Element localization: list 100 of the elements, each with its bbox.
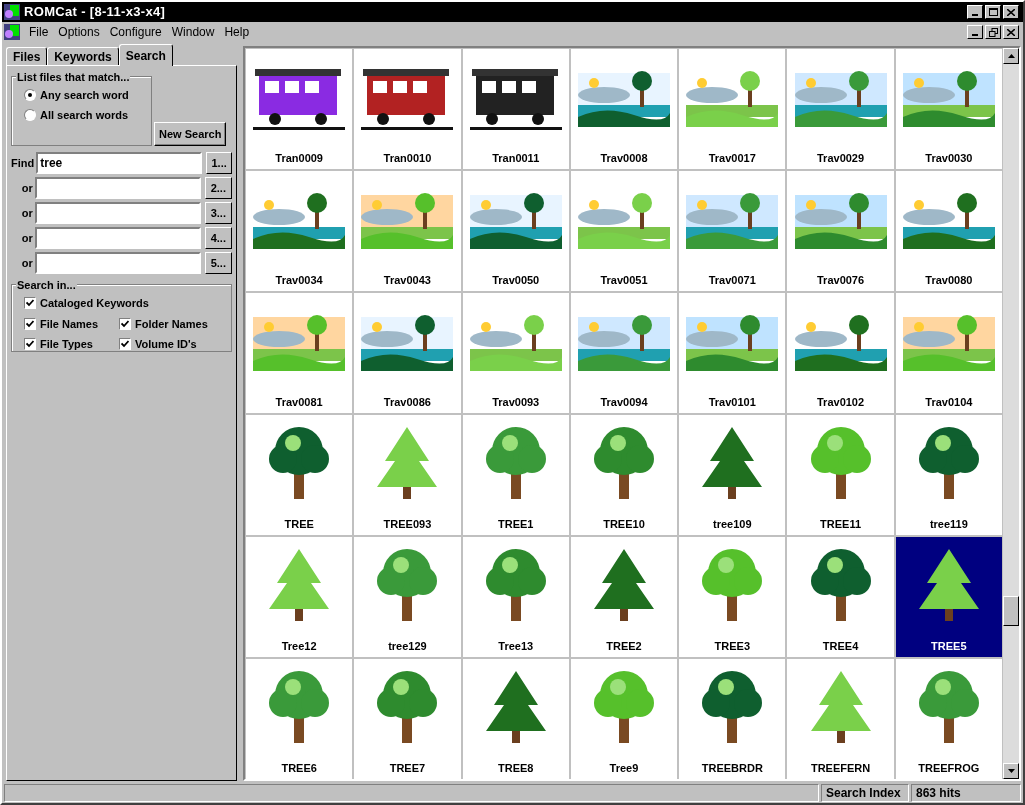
thumbnail[interactable]: TREE7	[354, 659, 461, 779]
menu-item[interactable]: Help	[219, 23, 255, 41]
thumbnail[interactable]: TREE093	[354, 415, 461, 535]
thumbnail[interactable]: Trav0029	[787, 49, 894, 169]
radio-button[interactable]	[24, 108, 36, 121]
thumbnail-label: TREEFROG	[918, 760, 980, 776]
close-button[interactable]	[1003, 25, 1019, 39]
search-field[interactable]: tree	[36, 152, 203, 174]
thumbnail[interactable]: TREE10	[570, 415, 678, 535]
search-field[interactable]	[34, 252, 201, 274]
thumbnail[interactable]: Trav0076	[787, 171, 894, 291]
restore-button[interactable]	[985, 25, 1001, 39]
thumbnail[interactable]: Tran0009	[246, 49, 353, 169]
thumbnail[interactable]: Trav0101	[679, 293, 786, 413]
thumbnail[interactable]: Trav0104	[895, 293, 1002, 413]
search-field[interactable]	[34, 177, 201, 199]
thumbnail-label: Trav0029	[817, 150, 865, 166]
menu-item[interactable]: Options	[53, 23, 105, 41]
checkbox-label: Folder Names	[135, 316, 208, 332]
menu-item[interactable]: Configure	[104, 23, 167, 41]
thumbnail[interactable]: Trav0081	[246, 293, 353, 413]
thumbnail[interactable]: TREE2	[570, 537, 678, 657]
search-field[interactable]	[34, 202, 201, 224]
thumbnail[interactable]: TREE	[246, 415, 353, 535]
thumbnail-label: tree119	[929, 516, 968, 532]
thumbnail[interactable]: TREE5	[895, 537, 1002, 657]
search-field[interactable]	[34, 227, 201, 249]
radio-label: All search words	[40, 107, 129, 123]
maximize-icon	[988, 8, 998, 16]
maximize-button[interactable]	[985, 5, 1001, 19]
thumbnail-label: TREE1	[497, 516, 534, 532]
thumbnail[interactable]: Trav0008	[570, 49, 678, 169]
term-button[interactable]: 1...	[206, 152, 232, 174]
term-button[interactable]: 2...	[204, 177, 232, 199]
thumbnail[interactable]: Trav0017	[679, 49, 786, 169]
term-button[interactable]: 3...	[204, 202, 232, 224]
scroll-thumb[interactable]	[1003, 596, 1019, 626]
radio-button[interactable]	[24, 89, 36, 102]
thumbnail[interactable]: Trav0034	[246, 171, 353, 291]
term-button[interactable]: 4...	[204, 227, 232, 249]
scroll-down-button[interactable]	[1003, 763, 1019, 779]
thumbnail-label: TREE2	[606, 638, 642, 654]
thumbnail[interactable]: Tran0010	[354, 49, 461, 169]
thumbnail[interactable]: TREE6	[246, 659, 353, 779]
thumbnail-label: TREE	[284, 516, 314, 532]
minimize-button[interactable]	[967, 5, 983, 19]
thumbnail-label: TREEBRDR	[701, 760, 763, 776]
thumbnail-label: Trav0093	[492, 394, 540, 410]
thumbnail-label: Trav0017	[708, 150, 756, 166]
thumbnail[interactable]: Trav0094	[570, 293, 678, 413]
thumbnail[interactable]: Trav0043	[354, 171, 461, 291]
checkbox[interactable]	[119, 317, 131, 330]
thumbnail[interactable]: tree129	[354, 537, 461, 657]
scrollbar[interactable]	[1003, 48, 1019, 779]
thumbnail[interactable]: Trav0093	[462, 293, 569, 413]
down-arrow-icon	[1007, 769, 1015, 773]
radio-label: Any search word	[40, 88, 129, 103]
checkbox[interactable]	[24, 338, 36, 351]
thumbnail[interactable]: Trav0030	[895, 49, 1002, 169]
thumbnail[interactable]: Trav0051	[570, 171, 678, 291]
close-button[interactable]	[1003, 5, 1019, 19]
thumbnail[interactable]: TREE3	[679, 537, 786, 657]
thumbnail[interactable]: tree109	[679, 415, 786, 535]
checkbox[interactable]	[24, 317, 36, 330]
thumbnail[interactable]: TREE1	[462, 415, 569, 535]
thumbnail[interactable]: TREEFROG	[895, 659, 1002, 779]
checkbox[interactable]	[119, 338, 131, 351]
thumbnail-label: Trav0034	[275, 272, 323, 288]
menu-item[interactable]: Window	[166, 23, 220, 41]
thumbnail-label: Tree9	[609, 760, 639, 776]
menu-item[interactable]: File	[24, 23, 54, 41]
thumbnail[interactable]: Trav0050	[462, 171, 569, 291]
thumbnail[interactable]: tree119	[895, 415, 1002, 535]
thumbnail[interactable]: Trav0102	[787, 293, 894, 413]
thumbnail[interactable]: Tran0011	[462, 49, 569, 169]
thumbnail[interactable]: TREEFERN	[787, 659, 894, 779]
thumbnail[interactable]: Trav0071	[679, 171, 786, 291]
thumbnail[interactable]: TREEBRDR	[679, 659, 786, 779]
thumbnail-label: Trav0101	[708, 394, 756, 410]
thumbnail[interactable]: Tree12	[246, 537, 353, 657]
thumbnail[interactable]: TREE8	[462, 659, 569, 779]
window-title: ROMCat - [8-11-x3-x4]	[24, 3, 167, 22]
thumbnail[interactable]: TREE11	[787, 415, 894, 535]
thumbnail-label: Trav0051	[600, 272, 648, 288]
status-panel: Search Index	[821, 783, 909, 802]
checkbox-label: Cataloged Keywords	[40, 296, 149, 311]
thumbnail[interactable]: Tree13	[462, 537, 569, 657]
thumbnail[interactable]: Tree9	[570, 659, 678, 779]
scroll-up-button[interactable]	[1003, 48, 1019, 64]
hit-count: 863 hits	[911, 783, 1021, 802]
new-search-button[interactable]: New Search	[154, 122, 227, 146]
thumbnail[interactable]: Trav0080	[895, 171, 1002, 291]
thumbnail[interactable]: TREE4	[787, 537, 894, 657]
term-button[interactable]: 5...	[204, 252, 232, 274]
thumbnail[interactable]: Trav0086	[354, 293, 461, 413]
checkbox[interactable]	[24, 297, 36, 310]
thumbnail-label: TREE8	[497, 760, 534, 776]
thumbnail-label: Trav0030	[925, 150, 973, 166]
tab[interactable]: Search	[118, 44, 173, 66]
minimize-button[interactable]	[967, 25, 983, 39]
